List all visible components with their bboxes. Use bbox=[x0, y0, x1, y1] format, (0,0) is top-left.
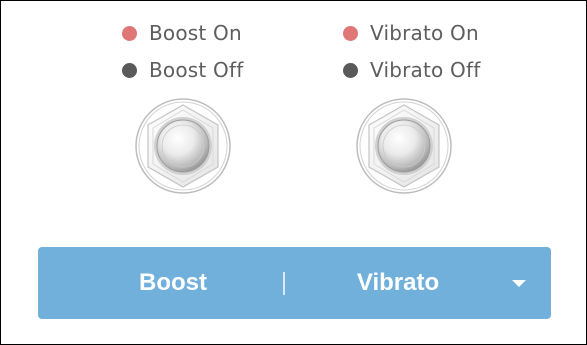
vibrato-on-legend-item: Vibrato On bbox=[343, 21, 479, 45]
vibrato-off-legend-item: Vibrato Off bbox=[343, 58, 480, 82]
off-indicator-dot bbox=[343, 62, 358, 78]
boost-footswitch[interactable] bbox=[134, 97, 232, 199]
boost-on-legend-item: Boost On bbox=[122, 21, 242, 45]
boost-select-button[interactable]: Boost bbox=[68, 247, 278, 319]
on-indicator-dot bbox=[122, 25, 137, 41]
boost-off-legend-item: Boost Off bbox=[122, 58, 243, 82]
boost-on-label: Boost On bbox=[149, 21, 242, 45]
footswitch-icon bbox=[356, 98, 452, 194]
effect-selector-bar: Boost Vibrato bbox=[38, 247, 551, 319]
boost-off-label: Boost Off bbox=[149, 58, 244, 82]
selector-divider bbox=[283, 272, 285, 295]
vibrato-select-button[interactable]: Vibrato bbox=[293, 247, 503, 319]
chevron-down-icon[interactable] bbox=[508, 273, 530, 293]
vibrato-on-label: Vibrato On bbox=[370, 21, 479, 45]
on-indicator-dot bbox=[343, 25, 358, 41]
effects-panel: Boost On Boost Off Vibrato On Vibrato Of… bbox=[0, 0, 587, 345]
footswitch-icon bbox=[135, 98, 231, 194]
vibrato-off-label: Vibrato Off bbox=[370, 58, 481, 82]
off-indicator-dot bbox=[122, 62, 137, 78]
vibrato-footswitch[interactable] bbox=[355, 97, 453, 199]
